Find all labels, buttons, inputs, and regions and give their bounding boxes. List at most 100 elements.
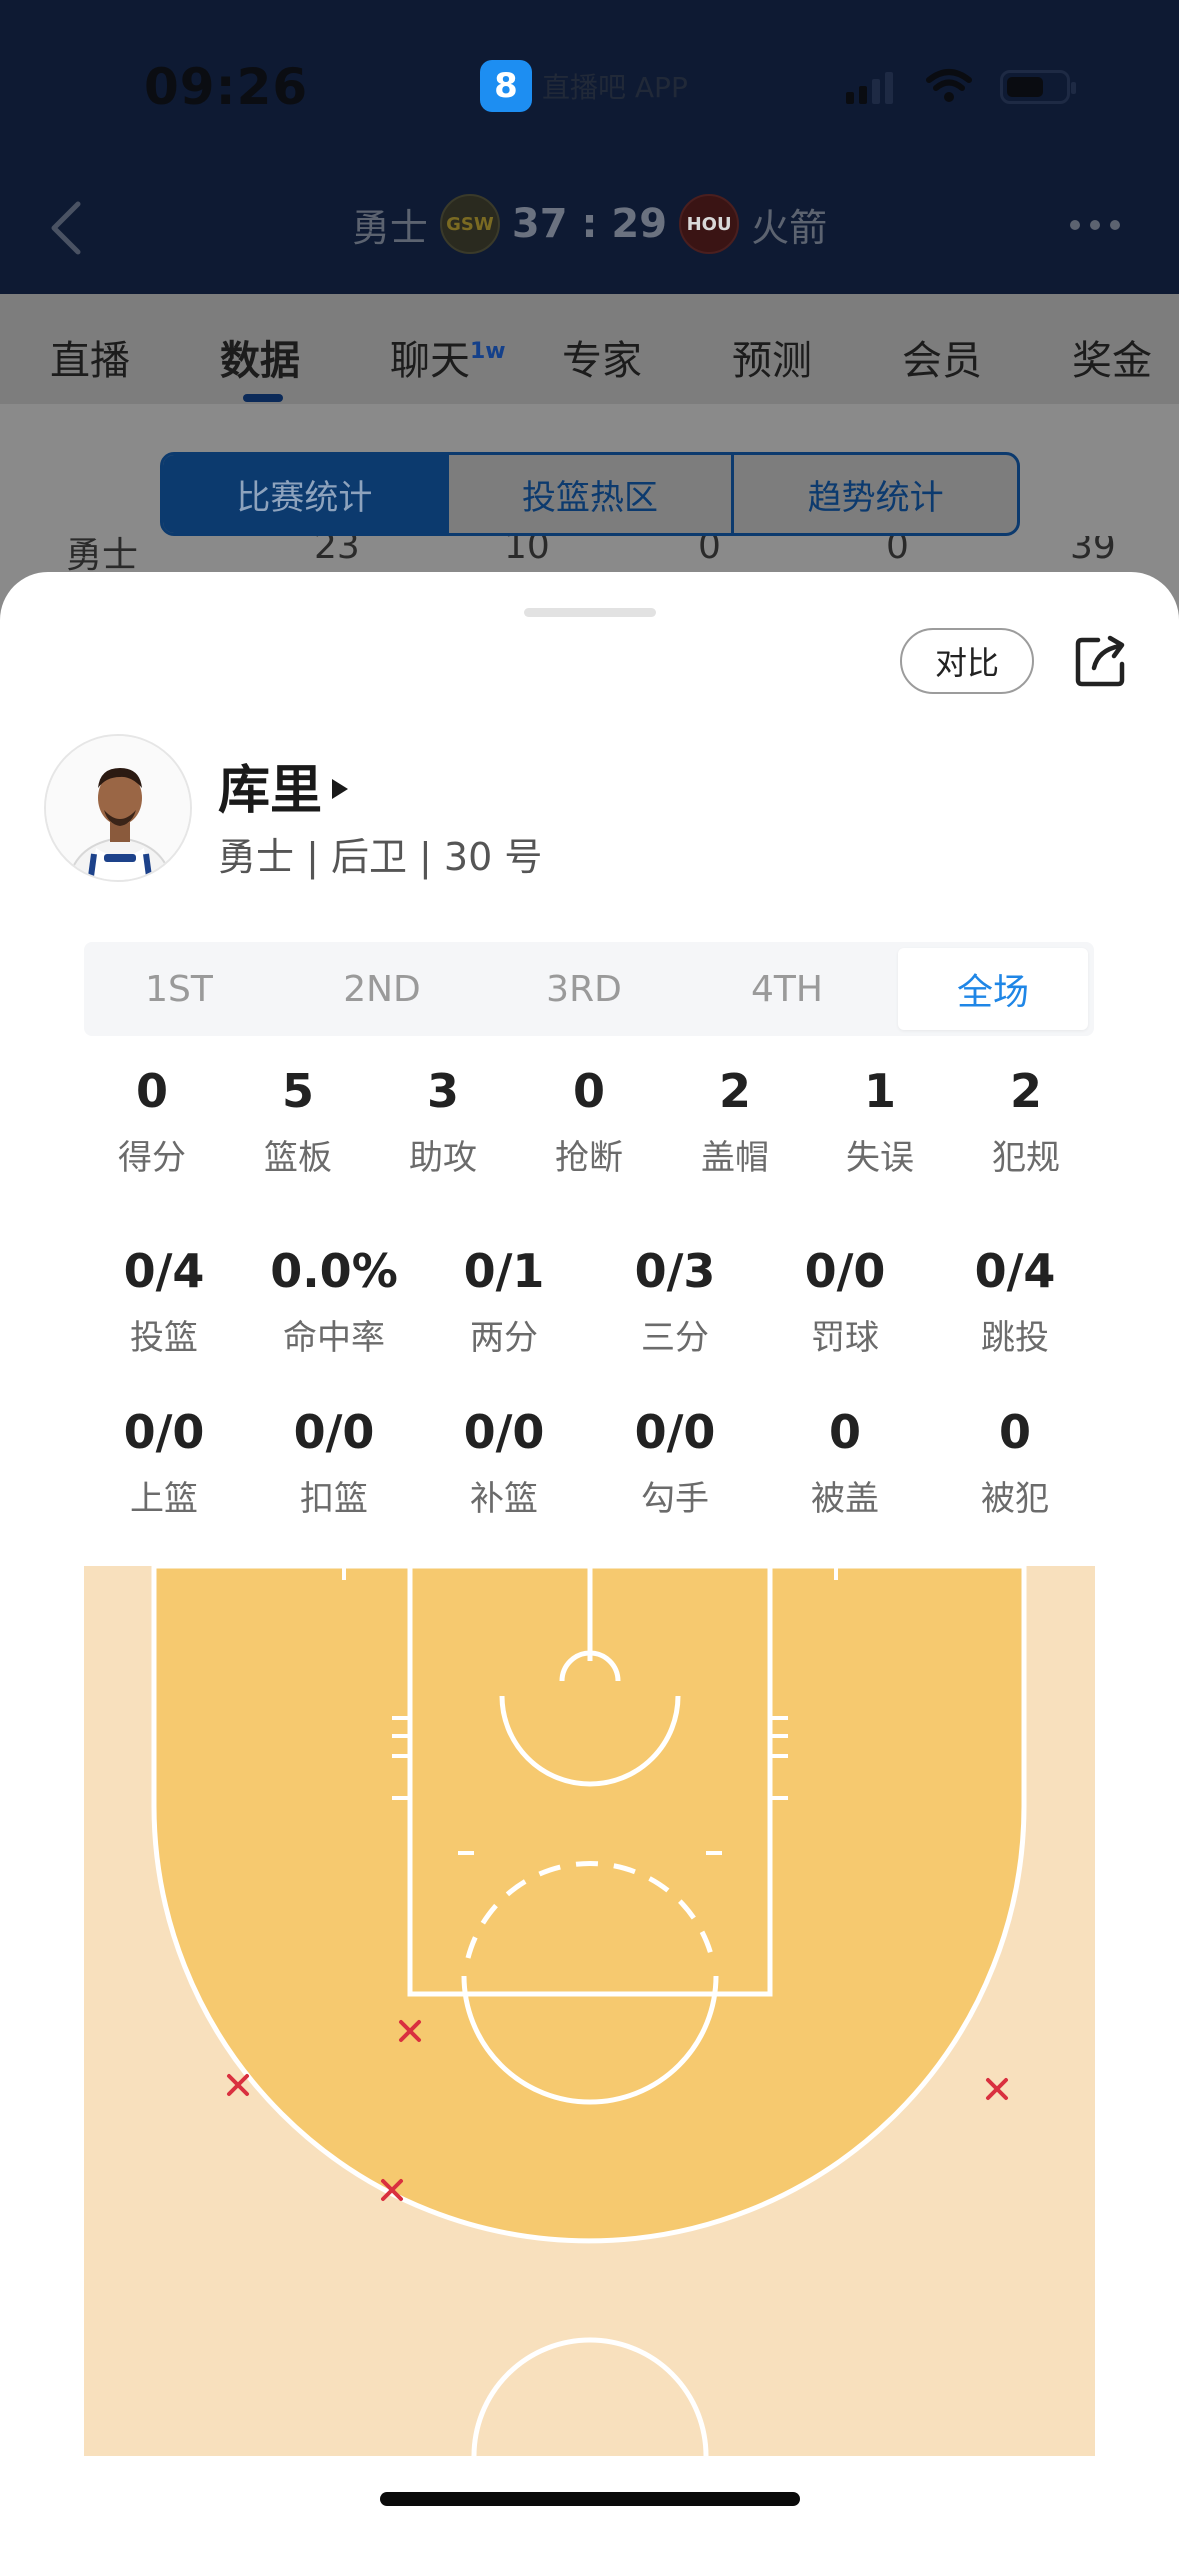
stat-points: 0 得分 bbox=[72, 1064, 232, 1179]
home-indicator[interactable] bbox=[380, 2492, 800, 2506]
data-subtabs: 比赛统计 投篮热区 趋势统计 bbox=[160, 452, 1020, 536]
stat-value: 3 bbox=[426, 1064, 459, 1118]
period-tab-full-game[interactable]: 全场 bbox=[898, 948, 1088, 1030]
home-team-name: 勇士 bbox=[351, 205, 428, 250]
stat-putbacks: 0/0 补篮 bbox=[424, 1405, 584, 1520]
stat-turnovers: 1 失误 bbox=[800, 1064, 960, 1179]
period-tab-4th[interactable]: 4TH bbox=[692, 942, 882, 1036]
stat-label: 跳投 bbox=[981, 1318, 1049, 1358]
stat-label: 篮板 bbox=[264, 1138, 332, 1178]
stat-two-pointers: 0/1 两分 bbox=[424, 1244, 584, 1359]
status-time: 09:26 bbox=[144, 58, 309, 116]
stat-rebounds: 5 篮板 bbox=[218, 1064, 378, 1179]
stat-steals: 0 抢断 bbox=[509, 1064, 669, 1179]
period-tab-2nd[interactable]: 2ND bbox=[287, 942, 477, 1036]
app-name: 直播吧 APP bbox=[542, 71, 688, 104]
stat-value: 5 bbox=[281, 1064, 314, 1118]
subtab-trend-stats[interactable]: 趋势统计 bbox=[734, 455, 1017, 533]
stat-blocked: 0 被盖 bbox=[765, 1405, 925, 1520]
player-header[interactable]: 库里 勇士 | 后卫 | 30 号 bbox=[44, 734, 944, 884]
stat-dunks: 0/0 扣篮 bbox=[254, 1405, 414, 1520]
team-stats-value: 23 bbox=[314, 536, 360, 567]
away-team-name: 火箭 bbox=[751, 205, 828, 250]
game-bar: 勇士 GSW 37 : 29 HOU 火箭 bbox=[0, 180, 1179, 276]
period-tabs: 1ST 2ND 3RD 4TH 全场 bbox=[84, 942, 1094, 1036]
team-stats-row: 勇士 23 10 0 0 39 bbox=[66, 536, 1126, 576]
stat-fg-percentage: 0.0% 命中率 bbox=[254, 1244, 414, 1359]
stat-label: 上篮 bbox=[130, 1479, 198, 1519]
team-stats-value: 0 bbox=[886, 536, 909, 567]
stat-label: 助攻 bbox=[409, 1138, 477, 1178]
stat-value: 0 bbox=[572, 1064, 605, 1118]
stat-value: 0/4 bbox=[123, 1244, 205, 1298]
wifi-icon bbox=[926, 69, 972, 102]
player-meta: 勇士 | 后卫 | 30 号 bbox=[218, 835, 543, 879]
stat-free-throws: 0/0 罚球 bbox=[765, 1244, 925, 1359]
stat-value: 0/0 bbox=[463, 1405, 545, 1459]
stat-label: 投篮 bbox=[130, 1318, 198, 1358]
stat-assists: 3 助攻 bbox=[363, 1064, 523, 1179]
stat-fouls-drawn: 0 被犯 bbox=[935, 1405, 1095, 1520]
stat-value: 2 bbox=[718, 1064, 751, 1118]
subtab-shot-zones[interactable]: 投篮热区 bbox=[449, 455, 735, 533]
stat-label: 犯规 bbox=[992, 1138, 1060, 1178]
stat-label: 得分 bbox=[118, 1138, 186, 1178]
period-tab-1st[interactable]: 1ST bbox=[84, 942, 274, 1036]
stat-layups: 0/0 上篮 bbox=[84, 1405, 244, 1520]
stat-label: 失误 bbox=[846, 1138, 914, 1178]
stat-label: 勾手 bbox=[641, 1479, 709, 1519]
tab-bonus[interactable]: 奖金 bbox=[1072, 328, 1152, 386]
sheet-grabber[interactable] bbox=[524, 608, 656, 617]
stat-value: 0/0 bbox=[634, 1405, 716, 1459]
battery-icon bbox=[1000, 70, 1076, 104]
stat-label: 抢断 bbox=[555, 1138, 623, 1178]
tab-predict[interactable]: 预测 bbox=[732, 328, 812, 386]
shot-chart-court bbox=[84, 1566, 1095, 2456]
home-team-logo-icon: GSW bbox=[439, 194, 500, 254]
stat-value: 0/0 bbox=[123, 1405, 205, 1459]
stat-label: 三分 bbox=[641, 1318, 709, 1358]
stat-label: 盖帽 bbox=[701, 1138, 769, 1178]
tab-live[interactable]: 直播 bbox=[50, 328, 130, 386]
stat-three-pointers: 0/3 三分 bbox=[595, 1244, 755, 1359]
app-logo-icon: 8 bbox=[480, 60, 532, 112]
player-name-link[interactable]: 库里 bbox=[218, 748, 349, 823]
tab-chat[interactable]: 聊天1w bbox=[390, 328, 506, 386]
stat-label: 被盖 bbox=[811, 1479, 879, 1519]
player-stats-sheet: 对比 库里 勇士 | 后卫 | 30 号 1ST 2ND 3RD 4TH 全场 … bbox=[0, 572, 1179, 2556]
scoreboard: 勇士 GSW 37 : 29 HOU 火箭 bbox=[0, 194, 1179, 254]
stat-value: 0 bbox=[998, 1405, 1031, 1459]
player-name: 库里 bbox=[218, 761, 323, 821]
share-icon[interactable] bbox=[1072, 632, 1130, 690]
team-stats-value: 10 bbox=[504, 536, 550, 567]
app-indicator: 8 直播吧 APP bbox=[480, 60, 688, 112]
stat-label: 两分 bbox=[470, 1318, 538, 1358]
more-options-icon[interactable] bbox=[1070, 220, 1120, 230]
tab-member[interactable]: 会员 bbox=[902, 328, 982, 386]
team-stats-team: 勇士 bbox=[66, 536, 139, 576]
stat-value: 0 bbox=[135, 1064, 168, 1118]
stat-field-goals: 0/4 投篮 bbox=[84, 1244, 244, 1359]
main-tabs: 直播 数据 聊天1w 专家 预测 会员 奖金 bbox=[0, 294, 1179, 404]
period-tab-3rd[interactable]: 3RD bbox=[489, 942, 679, 1036]
stat-value: 0/1 bbox=[463, 1244, 545, 1298]
tab-data[interactable]: 数据 bbox=[220, 328, 300, 386]
stat-value: 0/0 bbox=[804, 1244, 886, 1298]
stat-value: 0.0% bbox=[270, 1244, 398, 1298]
compare-button[interactable]: 对比 bbox=[900, 628, 1034, 694]
stat-label: 命中率 bbox=[283, 1318, 385, 1358]
tab-experts[interactable]: 专家 bbox=[562, 328, 642, 386]
app-header: 09:26 8 直播吧 APP 勇士 GSW 37 : 29 HOU 火箭 bbox=[0, 0, 1179, 294]
signal-icon bbox=[846, 70, 893, 104]
stat-value: 0 bbox=[828, 1405, 861, 1459]
subtab-game-stats[interactable]: 比赛统计 bbox=[163, 455, 449, 533]
stat-label: 罚球 bbox=[811, 1318, 879, 1358]
stat-blocks: 2 盖帽 bbox=[655, 1064, 815, 1179]
stat-jump-shots: 0/4 跳投 bbox=[935, 1244, 1095, 1359]
caret-right-icon bbox=[332, 778, 349, 799]
stat-value: 0/0 bbox=[293, 1405, 375, 1459]
stat-value: 1 bbox=[863, 1064, 896, 1118]
game-score: 37 : 29 bbox=[511, 201, 668, 247]
stat-value: 2 bbox=[1009, 1064, 1042, 1118]
active-tab-indicator bbox=[243, 394, 283, 402]
